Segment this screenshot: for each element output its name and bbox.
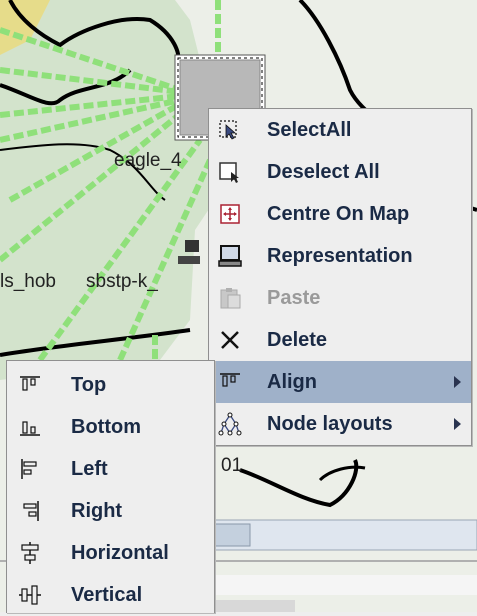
submenu-arrow-icon [454,376,461,388]
node-layouts-label: Node layouts [267,413,393,435]
align-left-icon [21,459,37,479]
menu-item-node-layouts[interactable]: Node layouts [209,403,471,445]
paste-label: Paste [267,287,321,309]
delete-label: Delete [267,329,328,351]
centre-on-map-icon [220,204,240,224]
deselect-all-label: Deselect All [267,161,380,183]
node-layouts-icon [218,412,242,436]
context-menu: SelectAll Deselect All Centre On Map Rep… [208,108,472,446]
deselect-all-icon [219,162,239,183]
representation-icon [218,245,242,267]
align-vertical-icon [19,585,41,605]
select-all-icon [219,120,237,140]
bottom-label: Bottom [71,416,141,438]
select-all-label: SelectAll [267,119,352,141]
paste-icon [220,288,241,309]
align-icon [220,373,240,387]
menu-item-deselect-all[interactable]: Deselect All [209,151,471,193]
submenu-item-top[interactable]: Top [7,364,214,406]
node-label-ls-hob-suffix: sbstp-k_ [86,271,158,292]
submenu-item-horizontal[interactable]: Horizontal [7,532,214,574]
right-label: Right [71,500,123,522]
menu-item-delete[interactable]: Delete [209,319,471,361]
menu-item-centre-on-map[interactable]: Centre On Map [209,193,471,235]
submenu-arrow-icon [454,418,461,430]
menu-item-representation[interactable]: Representation [209,235,471,277]
align-top-icon [20,376,40,391]
align-label: Align [267,371,317,393]
menu-item-paste[interactable]: Paste [209,277,471,319]
submenu-item-right[interactable]: Right [7,490,214,532]
delete-icon [221,331,239,349]
align-right-icon [23,501,39,521]
node-label-ls-hob-prefix: ls_hob [0,271,56,292]
top-label: Top [71,374,107,396]
node-label-01: 01 [221,455,243,476]
submenu-item-left[interactable]: Left [7,448,214,490]
horizontal-label: Horizontal [71,542,169,564]
align-submenu: Top Bottom Left Right Horizontal Vertica… [6,360,215,613]
vertical-label: Vertical [71,584,143,606]
align-bottom-icon [20,421,40,436]
menu-item-select-all[interactable]: SelectAll [209,109,471,151]
submenu-item-vertical[interactable]: Vertical [7,574,214,616]
centre-on-map-label: Centre On Map [267,203,410,225]
submenu-item-bottom[interactable]: Bottom [7,406,214,448]
align-horizontal-icon [21,542,39,564]
node-label-eagle: eagle_4 [114,150,182,171]
left-label: Left [71,458,108,480]
menu-item-align[interactable]: Align [209,361,471,403]
representation-label: Representation [267,245,413,267]
